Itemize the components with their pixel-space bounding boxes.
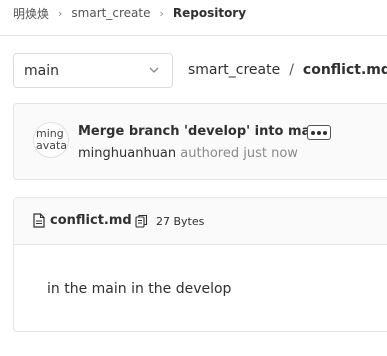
chevron-right-icon: › — [159, 6, 164, 20]
commit-author-link[interactable]: minghuanhuan — [78, 146, 176, 161]
breadcrumb: 明焕焕 › smart_create › Repository — [13, 5, 246, 21]
file-name: conflict.md — [50, 213, 132, 228]
file-header: conflict.md 27 Bytes — [14, 198, 387, 245]
ellipsis-icon — [317, 130, 321, 135]
last-commit-panel: ming avata Merge branch 'develop' into m… — [13, 103, 387, 180]
file-path: smart_create / conflict.md — [188, 62, 387, 78]
ellipsis-icon — [323, 130, 327, 135]
breadcrumb-current[interactable]: Repository — [173, 6, 246, 20]
path-project-link[interactable]: smart_create — [188, 62, 280, 78]
path-file-name: conflict.md — [302, 62, 387, 78]
breadcrumb-item-project[interactable]: smart_create — [71, 6, 150, 20]
commit-action: authored — [180, 146, 240, 161]
avatar-alt-text-line: avata — [36, 139, 68, 152]
commit-meta: minghuanhuan authored just now — [78, 146, 298, 161]
breadcrumb-item-user[interactable]: 明焕焕 — [13, 5, 49, 22]
branch-dropdown[interactable]: main — [13, 53, 173, 88]
avatar[interactable]: ming avata — [33, 122, 69, 158]
branch-dropdown-value: main — [24, 62, 59, 79]
chevron-right-icon: › — [58, 6, 63, 20]
file-viewer: conflict.md 27 Bytes in the main in the … — [13, 197, 387, 332]
file-icon — [33, 213, 45, 228]
commit-time: just now — [243, 146, 298, 161]
commit-title-link[interactable]: Merge branch 'develop' into main — [78, 124, 324, 139]
file-size: 27 Bytes — [156, 215, 205, 228]
ellipsis-icon — [311, 130, 315, 135]
toggle-commit-description-button[interactable] — [307, 125, 331, 140]
copy-icon[interactable] — [135, 214, 148, 228]
divider — [0, 35, 387, 36]
path-separator: / — [289, 62, 294, 78]
chevron-down-icon — [149, 67, 159, 73]
file-content: in the main in the develop — [47, 281, 232, 297]
